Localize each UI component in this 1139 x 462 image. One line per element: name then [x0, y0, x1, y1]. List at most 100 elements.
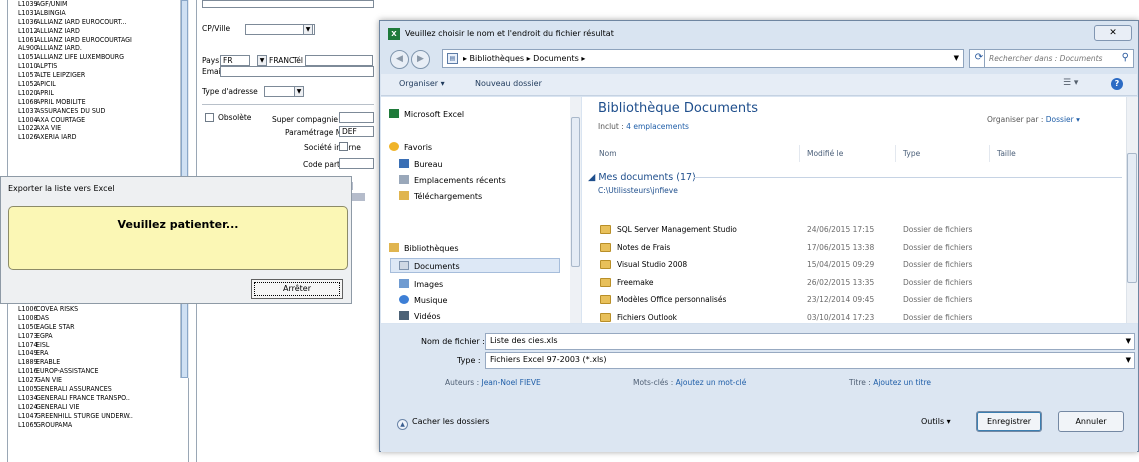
file-name: Modèles Office personnalisés — [617, 295, 727, 304]
list-item[interactable]: L1047GREENHILL STURGE UNDERW.. — [8, 412, 180, 421]
list-item[interactable]: L1008DAS — [8, 314, 180, 323]
file-row[interactable]: Modèles Office personnalisés 23/12/2014 0… — [600, 293, 1120, 308]
tel-field[interactable] — [305, 55, 373, 66]
help-icon[interactable]: ? — [1111, 78, 1123, 90]
list-item[interactable]: L1061ALLIANZ IARD EUROCOURTAGI — [8, 36, 188, 45]
file-row[interactable]: Visual Studio 2008 15/04/2015 09:29 Dossie… — [600, 258, 1120, 273]
company-name: GROUPAMA — [36, 420, 73, 429]
list-item[interactable]: L1068APRIL MOBILITE — [8, 98, 188, 107]
super-compagnie-field[interactable] — [339, 112, 374, 123]
list-item[interactable]: L1050EAGLE STAR — [8, 323, 180, 332]
file-row[interactable]: Freemake 26/02/2015 13:35 Dossier de fichi… — [600, 276, 1120, 291]
chevron-down-icon[interactable]: ▼ — [294, 86, 304, 97]
list-item[interactable]: L1049ERA — [8, 349, 180, 358]
list-item[interactable]: L1010ALPTIS — [8, 62, 188, 71]
list-item[interactable]: L1036ALLIANZ IARD EUROCOURT... — [8, 18, 188, 27]
email-field[interactable] — [220, 66, 374, 77]
list-item[interactable]: AL900ALLIANZ IARD. — [8, 44, 188, 53]
hide-folders-toggle[interactable]: ▲ Cacher les dossiers — [397, 417, 489, 430]
societe-interne-checkbox[interactable] — [339, 142, 348, 151]
list-item[interactable]: L1065GROUPAMA — [8, 421, 180, 430]
file-row[interactable]: SQL Server Management Studio 24/06/2015 1… — [600, 223, 1120, 238]
chevron-down-icon[interactable]: ▼ — [954, 54, 959, 62]
column-separator[interactable] — [895, 145, 896, 162]
file-list-scroll-thumb[interactable] — [1127, 153, 1137, 283]
code-partenaire-field[interactable] — [339, 158, 374, 169]
file-type-label: Type : — [457, 356, 481, 365]
arrange-by-dropdown[interactable]: Dossier ▾ — [1046, 115, 1080, 124]
filename-input[interactable]: Liste des cies.xls ▼ — [485, 333, 1135, 350]
list-item[interactable]: L1012ALLIANZ IARD — [8, 27, 188, 36]
group-path-link[interactable]: C:\Utilissteurs\jnfieve — [598, 186, 678, 195]
authors-value[interactable]: Jean-Noel FIEVE — [481, 378, 540, 387]
search-box[interactable]: ⚲ — [984, 49, 1134, 68]
chevron-down-icon[interactable]: ▼ — [303, 24, 313, 35]
close-button[interactable]: ✕ — [1094, 25, 1132, 41]
organize-button[interactable]: Organiser ▾ — [399, 79, 445, 88]
new-folder-button[interactable]: Nouveau dossier — [475, 79, 542, 88]
list-item[interactable]: L1889ERABLE — [8, 358, 180, 367]
list-item[interactable]: L1031ALBINGIA — [8, 9, 188, 18]
file-type-select[interactable]: Fichiers Excel 97-2003 (*.xls) ▼ — [485, 352, 1135, 369]
list-item[interactable]: L1052APICIL — [8, 80, 188, 89]
search-icon[interactable]: ⚲ — [1122, 52, 1129, 63]
nav-item-music[interactable]: Musique — [399, 295, 447, 305]
column-separator[interactable] — [989, 145, 990, 162]
address-field[interactable] — [202, 0, 374, 8]
column-header-type[interactable]: Type — [903, 149, 920, 158]
address-path[interactable]: ▸ Bibliothèques ▸ Documents ▸ — [463, 54, 585, 63]
nav-item-libraries[interactable]: Bibliothèques — [389, 243, 459, 253]
column-separator[interactable] — [799, 145, 800, 162]
list-item[interactable]: L1051ALLIANZ LIFE LUXEMBOURG — [8, 53, 188, 62]
nav-pane-scroll-thumb[interactable] — [571, 117, 580, 267]
list-item[interactable]: L1037ASSURANCES DU SUD — [8, 107, 188, 116]
nav-item-videos[interactable]: Vidéos — [399, 311, 441, 321]
parametrage-field[interactable]: DEF — [339, 126, 374, 137]
chevron-down-icon[interactable]: ▼ — [1126, 353, 1131, 367]
tags-link[interactable]: Ajoutez un mot-clé — [676, 378, 747, 387]
column-header-size[interactable]: Taille — [997, 149, 1016, 158]
stop-button[interactable]: Arrêter — [251, 279, 343, 299]
list-item[interactable]: L1057ALTE LEIPZIGER — [8, 71, 188, 80]
list-item[interactable]: L1074EISL — [8, 341, 180, 350]
list-item[interactable]: L1016EUROP-ASSISTANCE — [8, 367, 180, 376]
tools-button[interactable]: Outils ▾ — [921, 417, 951, 426]
back-arrow-icon[interactable]: ◀ — [390, 50, 409, 69]
file-row[interactable]: Notes de Frais 17/06/2015 13:38 Dossier de… — [600, 241, 1120, 256]
chevron-down-icon[interactable]: ▼ — [1126, 334, 1131, 348]
nav-item-images[interactable]: Images — [399, 279, 443, 289]
list-item[interactable]: L1022AXA VIE — [8, 124, 188, 133]
nav-item-documents[interactable]: Documents — [399, 261, 460, 271]
list-item[interactable]: L1027GAN VIE — [8, 376, 180, 385]
star-icon — [389, 142, 399, 151]
title-link[interactable]: Ajoutez un titre — [873, 378, 931, 387]
list-item[interactable]: L1026AXERIA IARD — [8, 133, 188, 142]
list-item[interactable]: L1006COVEA RISKS — [8, 305, 180, 314]
search-input[interactable] — [989, 51, 1117, 66]
list-item[interactable]: L1005GENERALI ASSURANCES — [8, 385, 180, 394]
nav-item-desktop[interactable]: Bureau — [399, 159, 443, 169]
save-button[interactable]: Enregistrer — [976, 411, 1042, 432]
chevron-down-icon[interactable]: ▼ — [257, 55, 267, 66]
obsolete-checkbox[interactable] — [205, 113, 214, 122]
list-item[interactable]: L1034GENERALI FRANCE TRANSPO.. — [8, 394, 180, 403]
includes-link[interactable]: 4 emplacements — [626, 122, 689, 131]
view-options-icon[interactable]: ☰ ▾ — [1063, 78, 1078, 88]
column-header-modified[interactable]: Modifié le — [807, 149, 843, 158]
list-item[interactable]: L1073EGPA — [8, 332, 180, 341]
list-item[interactable]: L1020APRIL — [8, 89, 188, 98]
list-item[interactable]: L1024GENERALI VIE — [8, 403, 180, 412]
list-item[interactable]: L1004AXA COURTAGE — [8, 116, 188, 125]
cancel-button[interactable]: Annuler — [1058, 411, 1124, 432]
nav-item-downloads[interactable]: Téléchargements — [399, 191, 482, 201]
address-bar[interactable]: ▤ ▸ Bibliothèques ▸ Documents ▸ ▼ — [442, 49, 964, 68]
group-header[interactable]: ◢ Mes documents (17) — [588, 172, 696, 183]
forward-arrow-icon[interactable]: ▶ — [411, 50, 430, 69]
nav-item-favorites[interactable]: Favoris — [389, 142, 432, 152]
libraries-icon — [389, 243, 399, 252]
nav-item-recent[interactable]: Emplacements récents — [399, 175, 506, 185]
nav-item-excel[interactable]: Microsoft Excel — [389, 109, 464, 119]
pays-field[interactable]: FR — [220, 55, 250, 66]
list-item[interactable]: L1039AGF/UNIM — [8, 0, 188, 9]
column-header-name[interactable]: Nom — [599, 149, 617, 158]
